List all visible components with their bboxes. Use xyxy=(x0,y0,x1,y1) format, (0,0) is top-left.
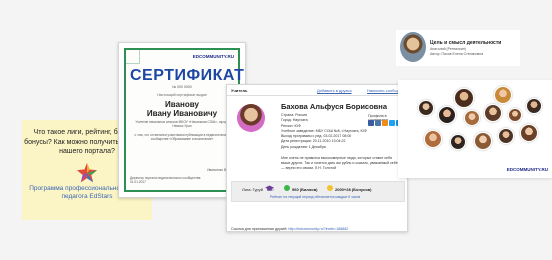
points-icon xyxy=(284,185,290,191)
odnoklassniki-icon[interactable] xyxy=(382,120,388,126)
member-photo xyxy=(526,98,542,114)
member-photo xyxy=(418,100,434,116)
vk-icon[interactable] xyxy=(375,120,381,126)
league-label: Лига: Гуруй xyxy=(242,187,263,192)
profile-section-label: Учитель xyxy=(231,88,248,93)
profile-name: Бахова Альфуся Борисовна xyxy=(281,102,387,111)
invite-link-label: Ссылка для приглашения друзей: xyxy=(231,227,288,231)
certificate-logo: EDCOMMUNITY.RU xyxy=(192,54,234,59)
activity-card[interactable]: Цель и смысл деятельности Анатолий (Репт… xyxy=(396,30,520,66)
social-icons xyxy=(368,120,402,126)
star-icon xyxy=(77,162,97,182)
certificate-footer: Директор портала педагогического сообщес… xyxy=(130,176,234,184)
profile-field: День рождения: 1 Декабря xyxy=(281,144,326,149)
user-profile-card: Учитель Добавить в друзья Написать сообщ… xyxy=(226,84,408,232)
certificate-frame: EDCOMMUNITY.RU СЕРТИФИКАТ № 000 0000 Нас… xyxy=(124,48,245,192)
member-photo xyxy=(438,106,456,124)
certificate-number: № 000 0000 xyxy=(172,85,192,89)
profile-stats-bar: Лига: Гуруй 960 (Баллов) 2000+28 (Бонусо… xyxy=(231,181,405,202)
twitter-icon[interactable] xyxy=(389,120,395,126)
certificate-role: Учителю начальных классов МБОУ «Начальна… xyxy=(135,120,229,128)
certificate-name-line1: Иванову xyxy=(165,100,199,109)
invite-link-url[interactable]: http://edcommunity.ru/?invite=188862 xyxy=(288,227,348,231)
activity-meta-line: Автор: Пахов Елена Степановна xyxy=(430,51,484,56)
member-photo xyxy=(498,128,514,144)
certificate-title: СЕРТИФИКАТ xyxy=(130,67,245,84)
member-photo xyxy=(508,108,522,122)
collage-logo: EDCOMMUNITY.RU xyxy=(506,167,548,172)
activity-title: Цель и смысл деятельности xyxy=(430,40,502,46)
member-photo xyxy=(494,86,512,104)
bonus-score: 2000+28 (Бонусов) xyxy=(335,187,372,192)
certificate-name-line2: Ивану Ивановичу xyxy=(146,109,218,118)
member-photo xyxy=(450,134,466,150)
facebook-icon[interactable] xyxy=(368,120,374,126)
member-photo xyxy=(520,124,538,142)
activity-meta: Анатолий (Рептилкин) Автор: Пахов Елена … xyxy=(430,47,483,56)
member-photo xyxy=(454,88,474,108)
bonus-icon xyxy=(327,185,333,191)
avatar xyxy=(400,32,426,62)
profile-fields: Страна: Россия Город: Наугхата Регион: Ю… xyxy=(281,113,367,150)
graduation-cap-icon xyxy=(265,185,274,191)
certificate-date: 01.01.2017 xyxy=(130,180,146,184)
add-friend-link[interactable]: Добавить в друзья xyxy=(317,88,352,93)
avatar[interactable] xyxy=(237,104,265,132)
invite-link-row: Ссылка для приглашения друзей: http://ed… xyxy=(231,227,348,231)
members-photo-collage: EDCOMMUNITY.RU xyxy=(398,80,552,178)
certificate-lead: Настоящий сертификат выдан xyxy=(157,93,207,97)
member-photo xyxy=(474,132,492,150)
points-score: 960 (Баллов) xyxy=(292,187,318,192)
member-photo xyxy=(424,130,442,148)
profile-topbar: Учитель Добавить в друзья Написать сообщ… xyxy=(227,85,407,96)
member-photo xyxy=(484,104,502,122)
member-photo xyxy=(464,110,480,126)
rating-note: Рейтинг на текущий период обновляется ка… xyxy=(270,195,361,199)
certificate-corner-ornament xyxy=(126,50,140,64)
profile-quote: Мне очень не нравится высокомерные люди,… xyxy=(281,156,398,170)
certificate-body: о том, что он являлся участником публика… xyxy=(134,133,230,141)
